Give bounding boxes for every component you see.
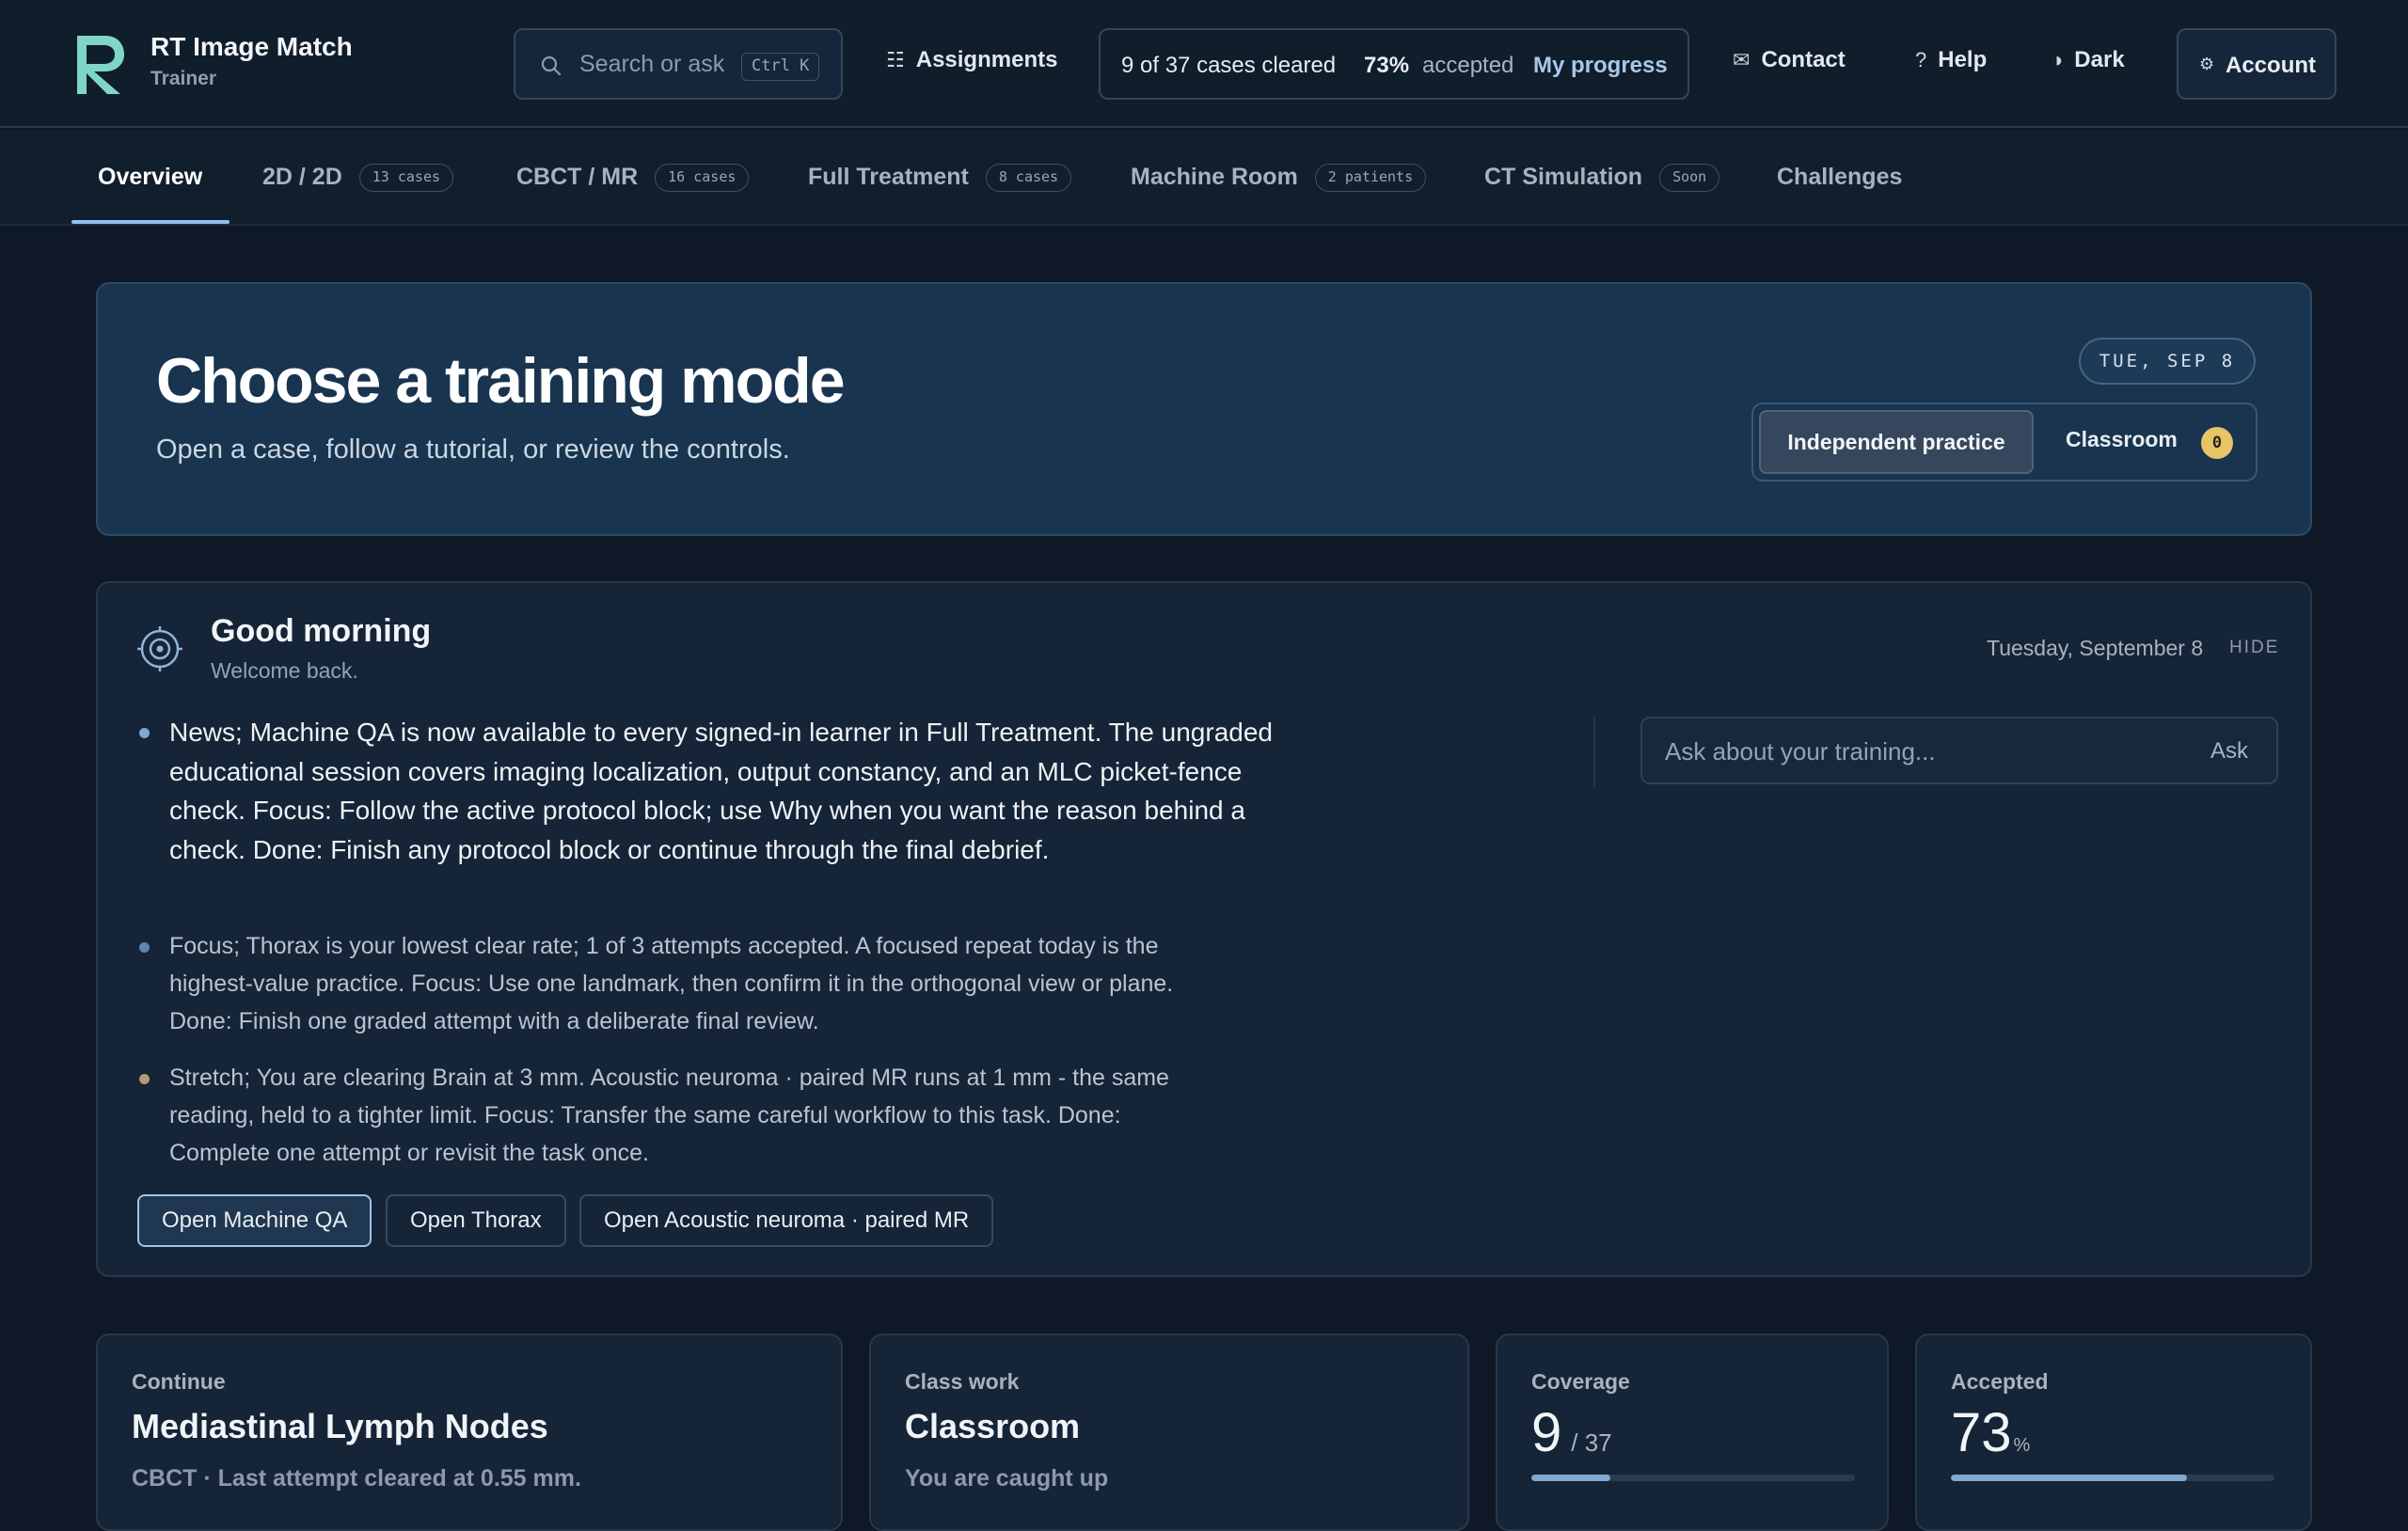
card-label: Accepted	[1951, 1369, 2049, 1394]
training-mode-hero: Choose a training mode Open a case, foll…	[96, 282, 2312, 536]
date-pill: TUE, SEP 8	[2079, 338, 2256, 385]
theme-label: Dark	[2074, 47, 2125, 72]
card-title: Classroom	[905, 1407, 1081, 1445]
theme-toggle[interactable]: ◑ Dark	[2051, 47, 2125, 73]
question-icon: ?	[1915, 48, 1927, 71]
open-acoustic-neuroma-button[interactable]: Open Acoustic neuroma · paired MR	[579, 1194, 994, 1247]
open-thorax-button[interactable]: Open Thorax	[386, 1194, 566, 1247]
tab-ct-simulation[interactable]: CT Simulation Soon	[1484, 164, 1720, 192]
accepted-value: 73%	[1951, 1402, 2031, 1463]
coverage-total: / 37	[1571, 1428, 1612, 1457]
progress-summary: 9 of 37 cases cleared 73% accepted My pr…	[1099, 28, 1689, 100]
search-icon	[541, 55, 562, 76]
accepted-progress-fill	[1951, 1475, 2188, 1481]
card-meta: You are caught up	[905, 1465, 1109, 1492]
tab-2d-2d[interactable]: 2D / 2D 13 cases	[262, 164, 454, 192]
hero-subtitle: Open a case, follow a tutorial, or revie…	[156, 434, 790, 465]
tab-badge: 2 patients	[1314, 164, 1427, 192]
app-subtitle: Trainer	[150, 68, 217, 89]
tab-badge: 16 cases	[655, 164, 750, 192]
search-placeholder: Search or ask	[579, 51, 725, 77]
mode-independent-practice[interactable]: Independent practice	[1759, 410, 2034, 474]
top-bar: RT Image Match Trainer Search or ask Ctr…	[0, 0, 2408, 128]
contact-label: Contact	[1761, 47, 1846, 72]
gear-icon: ⚙	[2199, 55, 2215, 73]
greeting-date: Tuesday, September 8	[1987, 636, 2204, 660]
card-title: Mediastinal Lymph Nodes	[132, 1407, 548, 1445]
grid-icon: ☷	[886, 48, 905, 71]
accepted-label: accepted	[1422, 53, 1514, 78]
tab-cbct-mr[interactable]: CBCT / MR 16 cases	[516, 164, 750, 192]
card-label: Coverage	[1531, 1369, 1630, 1394]
tab-challenges[interactable]: Challenges	[1777, 164, 1902, 191]
card-label: Class work	[905, 1369, 1020, 1394]
assignments-label: Assignments	[915, 47, 1058, 72]
account-button[interactable]: ⚙ Account	[2177, 28, 2337, 100]
bullet-text: Stretch; You are clearing Brain at 3 mm.…	[169, 1065, 1169, 1166]
card-label: Continue	[132, 1369, 226, 1394]
card-meta: CBCT · Last attempt cleared at 0.55 mm.	[132, 1465, 581, 1492]
search-bar[interactable]: Search or ask Ctrl K	[514, 28, 843, 100]
cases-cleared: 9 of 37 cases cleared	[1121, 53, 1337, 78]
assignments-link[interactable]: ☷ Assignments	[886, 47, 1057, 73]
greeting-welcome: Welcome back.	[211, 658, 358, 683]
accepted-progress-bar	[1951, 1475, 2274, 1481]
mode-switch: Independent practice Classroom 0	[1751, 402, 2258, 481]
bullet-text: News; Machine QA is now available to eve…	[169, 718, 1273, 864]
bullet-text: Focus; Thorax is your lowest clear rate;…	[169, 933, 1174, 1034]
tab-badge: Soon	[1659, 164, 1720, 192]
greeting-card: Good morning Welcome back. Tuesday, Sept…	[96, 581, 2312, 1277]
hero-title: Choose a training mode	[156, 345, 846, 417]
help-label: Help	[1938, 47, 1988, 72]
bullet-dot	[139, 1074, 150, 1084]
tab-overview[interactable]: Overview	[98, 164, 202, 191]
ask-input[interactable]: Ask about your training... Ask	[1640, 717, 2278, 784]
target-icon	[137, 626, 182, 671]
hide-button[interactable]: HIDE	[2229, 638, 2279, 658]
accepted-card: Accepted 73%	[1915, 1334, 2312, 1531]
accepted-unit: %	[2013, 1435, 2031, 1456]
account-label: Account	[2226, 53, 2316, 78]
classwork-card[interactable]: Class work Classroom You are caught up	[869, 1334, 1469, 1531]
coverage-progress-fill	[1531, 1475, 1610, 1481]
mode-classroom[interactable]: Classroom	[2066, 427, 2178, 452]
accepted-percent: 73%	[1364, 53, 1410, 78]
ask-button[interactable]: Ask	[2210, 738, 2248, 765]
my-progress-link[interactable]: My progress	[1533, 53, 1668, 79]
bullet-dot	[139, 942, 150, 953]
divider	[1593, 717, 1595, 786]
help-link[interactable]: ? Help	[1915, 47, 1987, 73]
tab-badge: 8 cases	[985, 164, 1072, 192]
app-name: RT Image Match	[150, 32, 353, 61]
open-machine-qa-button[interactable]: Open Machine QA	[137, 1194, 372, 1247]
contact-link[interactable]: ✉ Contact	[1733, 47, 1846, 73]
mail-icon: ✉	[1733, 48, 1751, 71]
active-tab-indicator	[71, 220, 230, 224]
coverage-value: 9/ 37	[1531, 1402, 1612, 1463]
bullet-dot	[139, 728, 150, 738]
tab-machine-room[interactable]: Machine Room 2 patients	[1131, 164, 1427, 192]
section-tabs: Overview 2D / 2D 13 cases CBCT / MR 16 cas…	[0, 130, 2408, 226]
greeting-title: Good morning	[211, 613, 432, 649]
half-circle-icon: ◑	[2051, 48, 2064, 71]
tab-badge: 13 cases	[358, 164, 454, 192]
coverage-card: Coverage 9/ 37	[1496, 1334, 1889, 1531]
ask-placeholder: Ask about your training...	[1665, 737, 1936, 766]
coverage-progress-bar	[1531, 1475, 1855, 1481]
classroom-count-badge: 0	[2201, 427, 2233, 459]
continue-card[interactable]: Continue Mediastinal Lymph Nodes CBCT · …	[96, 1334, 843, 1531]
tab-full-treatment[interactable]: Full Treatment 8 cases	[808, 164, 1072, 192]
search-shortcut: Ctrl K	[741, 53, 820, 81]
app-logo[interactable]	[73, 32, 128, 96]
